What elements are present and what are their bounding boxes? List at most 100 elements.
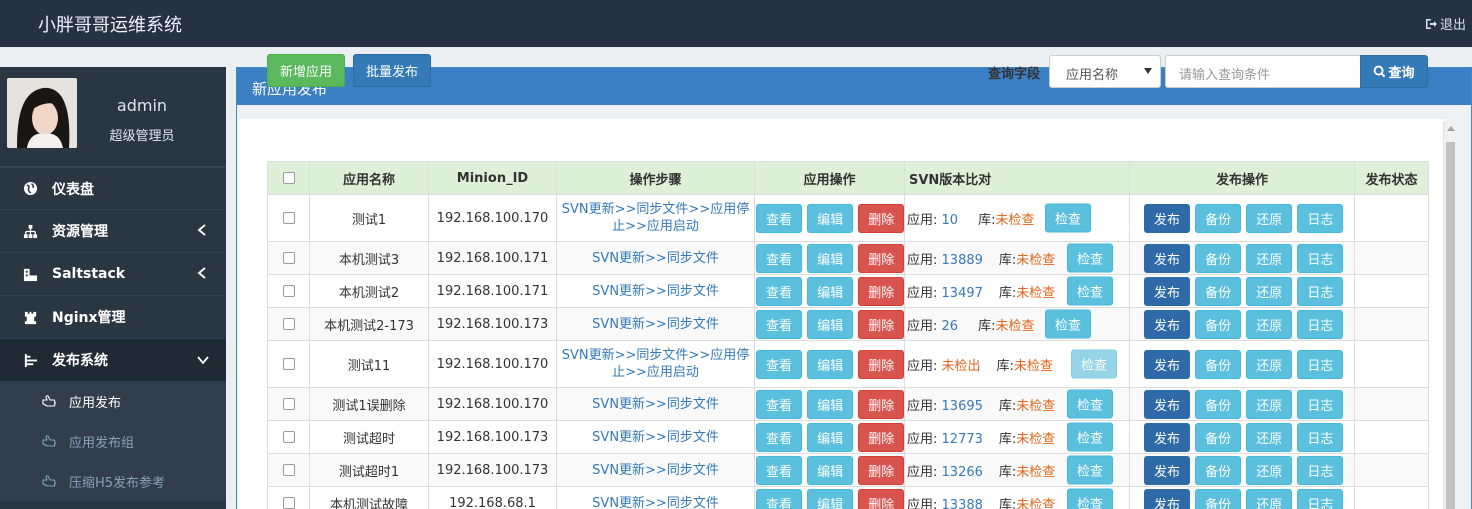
log-button[interactable]: 日志 — [1297, 203, 1344, 233]
view-button[interactable]: 查看 — [756, 349, 802, 379]
log-button[interactable]: 日志 — [1297, 389, 1344, 419]
restore-button[interactable]: 还原 — [1246, 203, 1293, 233]
view-button[interactable]: 查看 — [756, 309, 802, 339]
row-select-cell[interactable] — [267, 307, 310, 341]
edit-button[interactable]: 编辑 — [807, 203, 854, 233]
search-button[interactable]: 查询 — [1360, 55, 1428, 88]
row-select-cell[interactable] — [267, 486, 310, 509]
delete-button[interactable]: 删除 — [858, 203, 905, 233]
publish-button[interactable]: 发布 — [1144, 389, 1190, 419]
check-button[interactable]: 检查 — [1067, 422, 1113, 452]
restore-button[interactable]: 还原 — [1246, 349, 1293, 379]
steps-link[interactable]: SVN更新>>同步文件 — [556, 486, 755, 509]
publish-button[interactable]: 发布 — [1144, 203, 1190, 233]
restore-button[interactable]: 还原 — [1246, 276, 1293, 306]
sidebar-item-dashboard[interactable]: 仪表盘 — [0, 167, 226, 209]
publish-button[interactable]: 发布 — [1144, 349, 1190, 379]
row-select-cell[interactable] — [267, 387, 310, 421]
steps-link[interactable]: SVN更新>>同步文件 — [556, 241, 755, 275]
publish-button[interactable]: 发布 — [1144, 422, 1190, 452]
view-button[interactable]: 查看 — [756, 243, 802, 273]
steps-link[interactable]: SVN更新>>同步文件 — [556, 420, 755, 454]
logout-link[interactable]: 退出 — [1424, 14, 1466, 33]
publish-button[interactable]: 发布 — [1144, 276, 1190, 306]
edit-button[interactable]: 编辑 — [807, 309, 854, 339]
query-field-select[interactable]: 应用名称 — [1049, 55, 1161, 88]
sidebar-item-resources[interactable]: 资源管理 — [0, 209, 226, 252]
backup-button[interactable]: 备份 — [1195, 203, 1242, 233]
delete-button[interactable]: 删除 — [858, 389, 905, 419]
view-button[interactable]: 查看 — [756, 389, 802, 419]
steps-link[interactable]: SVN更新>>同步文件>>应用停止>>应用启动 — [556, 194, 755, 242]
view-button[interactable]: 查看 — [756, 422, 802, 452]
delete-button[interactable]: 删除 — [858, 455, 905, 485]
steps-link[interactable]: SVN更新>>同步文件 — [556, 453, 755, 487]
backup-button[interactable]: 备份 — [1195, 349, 1242, 379]
edit-button[interactable]: 编辑 — [807, 422, 854, 452]
select-all-cell[interactable] — [267, 161, 310, 195]
check-button[interactable]: 检查 — [1067, 276, 1113, 306]
delete-button[interactable]: 删除 — [858, 349, 905, 379]
batch-publish-button[interactable]: 批量发布 — [353, 54, 432, 87]
publish-button[interactable]: 发布 — [1144, 488, 1190, 509]
row-select-cell[interactable] — [267, 420, 310, 454]
row-checkbox[interactable] — [282, 431, 295, 443]
restore-button[interactable]: 还原 — [1246, 422, 1293, 452]
sidebar-subitem-app-release[interactable]: 应用发布 — [0, 381, 226, 421]
edit-button[interactable]: 编辑 — [807, 243, 854, 273]
edit-button[interactable]: 编辑 — [807, 349, 854, 379]
delete-button[interactable]: 删除 — [858, 488, 905, 509]
log-button[interactable]: 日志 — [1297, 243, 1344, 273]
check-button[interactable]: 检查 — [1045, 203, 1091, 233]
row-checkbox[interactable] — [282, 497, 295, 509]
edit-button[interactable]: 编辑 — [807, 389, 854, 419]
check-button[interactable]: 检查 — [1067, 389, 1113, 419]
backup-button[interactable]: 备份 — [1195, 309, 1242, 339]
restore-button[interactable]: 还原 — [1246, 389, 1293, 419]
publish-button[interactable]: 发布 — [1144, 455, 1190, 485]
check-button[interactable]: 检查 — [1067, 455, 1113, 485]
backup-button[interactable]: 备份 — [1195, 422, 1242, 452]
log-button[interactable]: 日志 — [1297, 422, 1344, 452]
steps-link[interactable]: SVN更新>>同步文件 — [556, 307, 755, 341]
log-button[interactable]: 日志 — [1297, 309, 1344, 339]
backup-button[interactable]: 备份 — [1195, 243, 1242, 273]
backup-button[interactable]: 备份 — [1195, 276, 1242, 306]
view-button[interactable]: 查看 — [756, 455, 802, 485]
search-input[interactable]: 请输入查询条件 — [1165, 55, 1361, 88]
row-checkbox[interactable] — [282, 252, 295, 264]
steps-link[interactable]: SVN更新>>同步文件 — [556, 387, 755, 421]
check-button[interactable]: 检查 — [1071, 349, 1117, 379]
publish-button[interactable]: 发布 — [1144, 243, 1190, 273]
check-button[interactable]: 检查 — [1067, 243, 1113, 273]
edit-button[interactable]: 编辑 — [807, 455, 854, 485]
restore-button[interactable]: 还原 — [1246, 243, 1293, 273]
row-checkbox[interactable] — [282, 358, 295, 370]
backup-button[interactable]: 备份 — [1195, 389, 1242, 419]
delete-button[interactable]: 删除 — [858, 243, 905, 273]
sidebar-item-release[interactable]: 发布系统 — [0, 338, 226, 381]
log-button[interactable]: 日志 — [1297, 276, 1344, 306]
delete-button[interactable]: 删除 — [858, 309, 905, 339]
check-button[interactable]: 检查 — [1067, 488, 1113, 509]
log-button[interactable]: 日志 — [1297, 455, 1344, 485]
log-button[interactable]: 日志 — [1297, 349, 1344, 379]
edit-button[interactable]: 编辑 — [807, 276, 854, 306]
restore-button[interactable]: 还原 — [1246, 488, 1293, 509]
row-checkbox[interactable] — [282, 318, 295, 330]
row-select-cell[interactable] — [267, 274, 310, 308]
view-button[interactable]: 查看 — [756, 203, 802, 233]
scrollbar-thumb[interactable] — [1446, 142, 1455, 509]
sidebar-subitem-app-release-group[interactable]: 应用发布组 — [0, 421, 226, 461]
edit-button[interactable]: 编辑 — [807, 488, 854, 509]
log-button[interactable]: 日志 — [1297, 488, 1344, 509]
row-select-cell[interactable] — [267, 453, 310, 487]
row-select-cell[interactable] — [267, 194, 310, 242]
sidebar-item-saltstack[interactable]: Saltstack — [0, 252, 226, 295]
row-checkbox[interactable] — [282, 285, 295, 297]
row-checkbox[interactable] — [282, 398, 295, 410]
add-app-button[interactable]: 新增应用 — [267, 54, 346, 87]
steps-link[interactable]: SVN更新>>同步文件 — [556, 274, 755, 308]
view-button[interactable]: 查看 — [756, 276, 802, 306]
select-all-checkbox[interactable] — [282, 172, 295, 184]
